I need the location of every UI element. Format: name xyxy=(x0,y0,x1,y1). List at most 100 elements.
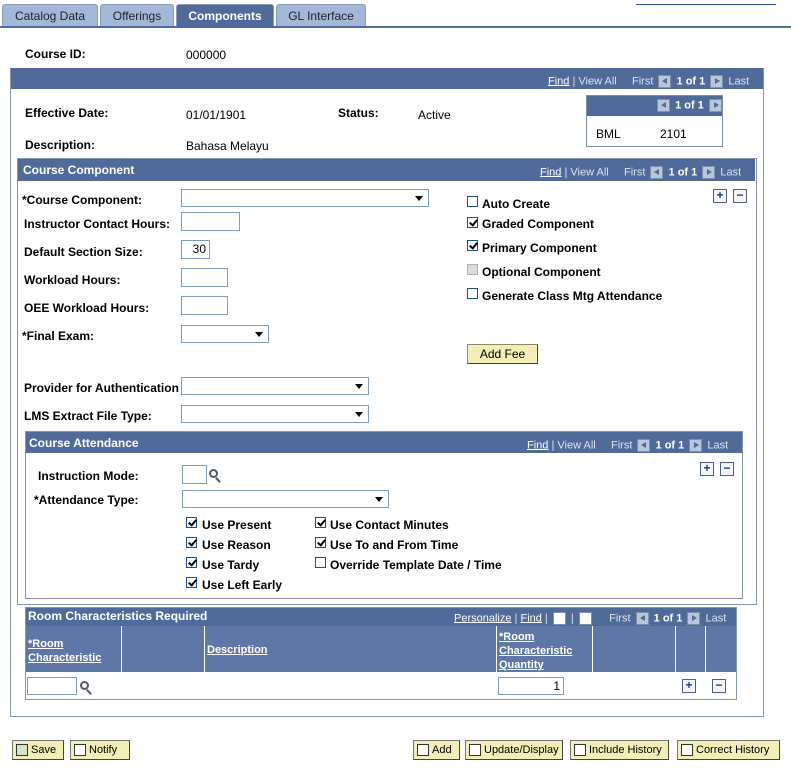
main-prev-icon[interactable] xyxy=(658,75,672,88)
room-column-header: *Room Characteristic Description *Room C… xyxy=(26,626,736,672)
room-find-link[interactable]: Find xyxy=(520,612,541,624)
main-first: First xyxy=(632,75,654,88)
include-history-button[interactable]: Include History xyxy=(570,740,669,760)
room-characteristic-column[interactable]: *Room Characteristic xyxy=(28,637,118,665)
override-template-label: Override Template Date / Time xyxy=(330,558,502,572)
tab-components[interactable]: Components xyxy=(176,4,274,28)
main-find-link[interactable]: Find xyxy=(548,75,569,87)
update-display-button[interactable]: Update/Display xyxy=(465,740,563,760)
graded-checkbox[interactable] xyxy=(467,217,478,228)
primary-checkbox[interactable] xyxy=(467,240,478,251)
add-fee-button[interactable]: Add Fee xyxy=(467,344,538,364)
section-size-input[interactable]: 30 xyxy=(181,240,210,259)
room-add-row-icon[interactable]: + xyxy=(682,679,696,693)
room-characteristic-input[interactable] xyxy=(27,677,77,695)
generate-attendance-label: Generate Class Mtg Attendance xyxy=(482,289,663,303)
use-tardy-label: Use Tardy xyxy=(202,558,260,572)
auto-create-checkbox[interactable] xyxy=(467,196,478,207)
col-sep xyxy=(592,626,593,672)
component-view-all[interactable]: View All xyxy=(570,166,608,178)
add-button[interactable]: Add xyxy=(413,740,460,760)
course-component-select[interactable] xyxy=(181,189,429,207)
component-find-link[interactable]: Find xyxy=(540,166,561,178)
tab-catalog-data[interactable]: Catalog Data xyxy=(2,4,98,27)
room-first: First xyxy=(609,612,631,625)
correct-history-button[interactable]: Correct History xyxy=(677,740,780,760)
component-next-icon[interactable] xyxy=(702,166,716,179)
room-quantity-column[interactable]: *Room Characteristic Quantity xyxy=(499,630,584,672)
instructor-hours-input[interactable] xyxy=(181,212,240,231)
subject-next-icon[interactable] xyxy=(708,99,722,112)
main-nav: Find | View All First 1 of 1 Last xyxy=(548,75,750,88)
room-delete-row-icon[interactable]: − xyxy=(712,679,726,693)
notify-icon xyxy=(74,744,86,756)
save-label: Save xyxy=(31,744,57,756)
primary-label: Primary Component xyxy=(482,241,597,255)
instruction-mode-input[interactable] xyxy=(182,465,207,484)
notify-button[interactable]: Notify xyxy=(70,740,130,760)
use-to-from-checkbox[interactable] xyxy=(315,537,326,548)
component-prev-icon[interactable] xyxy=(650,166,664,179)
subject-number: 2101 xyxy=(660,127,687,141)
use-contact-minutes-checkbox[interactable] xyxy=(315,517,326,528)
notify-label: Notify xyxy=(89,744,118,756)
room-prev-icon[interactable] xyxy=(635,612,649,625)
component-title: Course Component xyxy=(23,163,135,177)
include-history-label: Include History xyxy=(589,744,662,756)
component-add-row-icon[interactable]: + xyxy=(713,189,727,203)
room-personalize-link[interactable]: Personalize xyxy=(454,612,511,624)
main-next-icon[interactable] xyxy=(710,75,724,88)
tab-offerings[interactable]: Offerings xyxy=(100,4,174,27)
room-quantity-input[interactable]: 1 xyxy=(498,677,564,695)
final-exam-select[interactable] xyxy=(181,325,269,343)
update-label: Update/Display xyxy=(484,744,559,756)
save-button[interactable]: Save xyxy=(12,740,64,760)
provider-label: Provider for Authentication xyxy=(24,381,179,395)
generate-attendance-checkbox[interactable] xyxy=(467,288,478,299)
attendance-add-row-icon[interactable]: + xyxy=(700,462,714,476)
subject-prev-icon[interactable] xyxy=(657,99,670,112)
component-first: First xyxy=(624,166,646,179)
instruction-mode-search-icon[interactable] xyxy=(209,469,218,478)
graded-label: Graded Component xyxy=(482,217,595,231)
attendance-type-select[interactable] xyxy=(182,490,389,508)
use-reason-label: Use Reason xyxy=(202,538,271,552)
effective-date-value: 01/01/1901 xyxy=(186,108,247,122)
attendance-view-all[interactable]: View All xyxy=(557,439,595,451)
component-delete-row-icon[interactable]: − xyxy=(733,189,747,203)
tab-gl-interface[interactable]: GL Interface xyxy=(276,4,366,27)
subject-code: BML xyxy=(596,127,621,141)
room-view-icon[interactable] xyxy=(552,612,566,625)
attendance-nav: Find | View All First 1 of 1 Last xyxy=(527,439,729,452)
use-present-label: Use Present xyxy=(202,518,272,532)
attendance-type-label: *Attendance Type: xyxy=(34,493,139,507)
description-column[interactable]: Description xyxy=(207,643,268,657)
room-next-icon[interactable] xyxy=(687,612,701,625)
workload-input[interactable] xyxy=(181,268,228,287)
provider-select[interactable] xyxy=(181,377,369,395)
oee-workload-input[interactable] xyxy=(181,296,228,315)
col-sep xyxy=(496,626,497,672)
subject-count: 1 of 1 xyxy=(675,99,704,112)
attendance-count: 1 of 1 xyxy=(655,439,685,452)
room-characteristic-search-icon[interactable] xyxy=(80,681,89,690)
attendance-find-link[interactable]: Find xyxy=(527,439,548,451)
room-nav: Personalize | Find | | First 1 of 1 Last xyxy=(454,612,727,625)
room-download-icon[interactable] xyxy=(578,612,592,625)
override-template-checkbox[interactable] xyxy=(315,557,326,568)
use-present-checkbox[interactable] xyxy=(186,517,197,528)
component-last: Last xyxy=(720,166,742,179)
attendance-next-icon[interactable] xyxy=(689,439,703,452)
lms-select[interactable] xyxy=(181,405,369,423)
attendance-delete-row-icon[interactable]: − xyxy=(720,462,734,476)
section-size-label: Default Section Size: xyxy=(24,245,143,259)
use-reason-checkbox[interactable] xyxy=(186,537,197,548)
main-view-all[interactable]: View All xyxy=(578,75,616,87)
use-to-from-label: Use To and From Time xyxy=(330,538,459,552)
description-label: Description: xyxy=(25,138,96,152)
subject-box-nav: 1 of 1 xyxy=(655,99,724,112)
attendance-prev-icon[interactable] xyxy=(637,439,651,452)
use-left-early-checkbox[interactable] xyxy=(186,577,197,588)
update-icon xyxy=(469,744,481,756)
use-tardy-checkbox[interactable] xyxy=(186,557,197,568)
